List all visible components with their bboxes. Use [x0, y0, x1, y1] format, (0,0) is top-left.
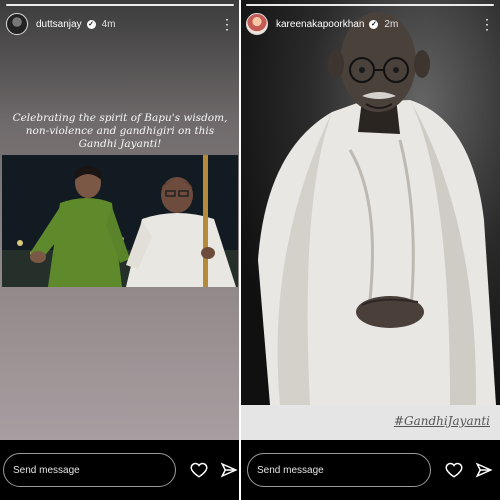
send-message-input[interactable]: Send message	[247, 453, 431, 487]
send-message-placeholder: Send message	[13, 464, 80, 476]
send-message-input[interactable]: Send message	[3, 453, 177, 487]
movie-scene-illustration	[2, 155, 238, 287]
story-header: duttsanjay ✓ 4m ⋮	[6, 9, 234, 39]
verified-badge-icon: ✓	[86, 19, 96, 29]
portrait-photo	[240, 0, 500, 405]
username[interactable]: kareenakapoorkhan	[276, 19, 364, 30]
hashtag-link[interactable]: #GandhiJayanti	[394, 414, 490, 428]
story-header: kareenakapoorkhan ✓ 2m ⋮	[246, 9, 494, 39]
timestamp: 2m	[384, 18, 399, 30]
more-options-icon[interactable]: ⋮	[220, 17, 234, 31]
heart-icon[interactable]	[443, 459, 465, 481]
send-icon[interactable]	[473, 459, 495, 481]
story-footer: Send message	[240, 440, 500, 500]
timestamp: 4m	[101, 18, 116, 30]
send-icon[interactable]	[218, 459, 240, 481]
story-left: duttsanjay ✓ 4m ⋮ Celebrating the spirit…	[0, 0, 240, 500]
story-progress-bar	[6, 4, 234, 6]
send-message-placeholder: Send message	[257, 464, 324, 476]
verified-badge-icon: ✓	[369, 19, 379, 29]
avatar[interactable]	[6, 13, 28, 35]
avatar[interactable]	[246, 13, 268, 35]
username[interactable]: duttsanjay	[36, 19, 82, 30]
more-options-icon[interactable]: ⋮	[480, 17, 494, 31]
movie-still-image	[2, 155, 238, 287]
story-right: kareenakapoorkhan ✓ 2m ⋮ #GandhiJayanti …	[240, 0, 500, 500]
story-caption: Celebrating the spirit of Bapu's wisdom,…	[12, 112, 228, 150]
story-divider	[239, 0, 241, 500]
heart-icon[interactable]	[188, 459, 210, 481]
portrait-illustration	[240, 0, 500, 405]
story-progress-bar	[246, 4, 494, 6]
story-footer: Send message	[0, 440, 240, 500]
